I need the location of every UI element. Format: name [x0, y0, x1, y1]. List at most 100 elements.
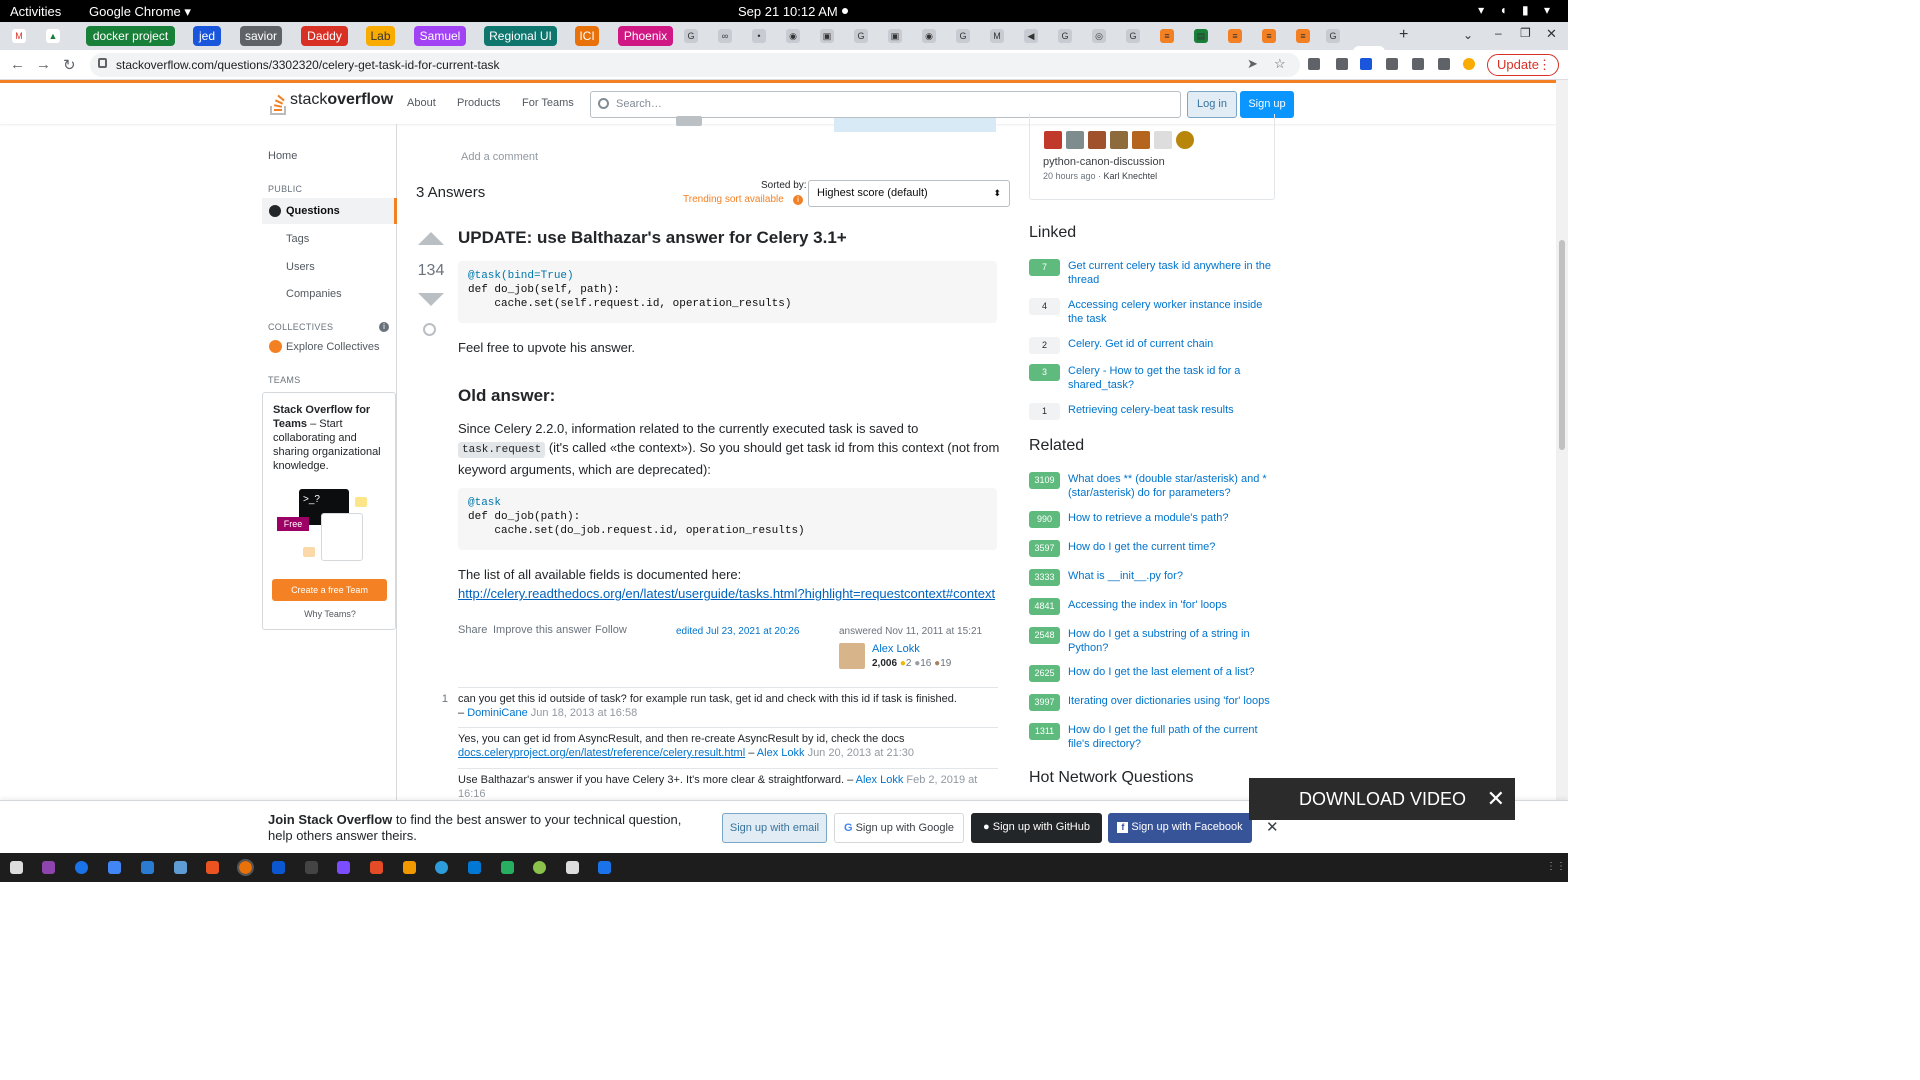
app-icon[interactable]: [174, 861, 187, 874]
related-title[interactable]: Accessing the index in 'for' loops: [1068, 598, 1278, 612]
tab-favicon-icon[interactable]: ∞: [718, 29, 732, 43]
terminal-icon[interactable]: [305, 861, 318, 874]
app-icon[interactable]: [435, 861, 448, 874]
comment-user[interactable]: DominiCane: [467, 707, 528, 719]
signup-email-button[interactable]: Sign up with email: [722, 813, 827, 843]
tab-favicon-icon[interactable]: ≡: [1160, 29, 1174, 43]
tab-favicon-icon[interactable]: G: [956, 29, 970, 43]
signup-facebook-button[interactable]: f Sign up with Facebook: [1108, 813, 1252, 843]
linked-title[interactable]: Retrieving celery-beat task results: [1068, 403, 1278, 417]
tab-favicon-icon[interactable]: ▣: [888, 29, 902, 43]
meta-discussion-user[interactable]: Karl Knechtel: [1104, 171, 1158, 181]
tab-favicon-icon[interactable]: ≡: [1296, 29, 1310, 43]
system-tray-icons[interactable]: ▾ ◖ ▮ ▾: [1478, 3, 1556, 17]
reload-icon[interactable]: ↻: [63, 56, 76, 74]
app-icon[interactable]: [501, 861, 514, 874]
help-icon[interactable]: [75, 861, 88, 874]
related-title[interactable]: What is __init__.py for?: [1068, 569, 1278, 583]
activities-button[interactable]: Activities: [10, 4, 61, 19]
app-icon[interactable]: [206, 861, 219, 874]
tab-favicon-icon[interactable]: G: [684, 29, 698, 43]
linked-title[interactable]: Get current celery task id anywhere in t…: [1068, 259, 1278, 287]
related-title[interactable]: How do I get the full path of the curren…: [1068, 723, 1278, 751]
tab-favicon-icon[interactable]: M: [990, 29, 1004, 43]
app-icon[interactable]: [42, 861, 55, 874]
trending-sort-link[interactable]: Trending sort available: [683, 194, 784, 205]
new-tab-icon[interactable]: +: [1399, 26, 1408, 44]
app-icon[interactable]: [337, 861, 350, 874]
avatar[interactable]: [839, 643, 865, 669]
linked-title[interactable]: Celery - How to get the task id for a sh…: [1068, 364, 1278, 392]
related-title[interactable]: How do I get the current time?: [1068, 540, 1278, 554]
show-desktop-icon[interactable]: [10, 861, 23, 874]
docs-link[interactable]: http://celery.readthedocs.org/en/latest/…: [458, 584, 1018, 603]
nav-users[interactable]: Users: [286, 261, 315, 273]
linked-title[interactable]: Accessing celery worker instance inside …: [1068, 298, 1278, 326]
tab-favicon-icon[interactable]: ◉: [786, 29, 800, 43]
profile-avatar[interactable]: [1463, 58, 1475, 70]
send-icon[interactable]: ➤: [1247, 56, 1258, 72]
signup-github-button[interactable]: ● Sign up with GitHub: [971, 813, 1102, 843]
gmail-icon[interactable]: M: [12, 29, 26, 43]
nav-tags[interactable]: Tags: [286, 233, 309, 245]
comment-user[interactable]: Alex Lokk: [856, 774, 904, 786]
improve-answer-link[interactable]: Improve this answer: [493, 624, 591, 636]
app-icon[interactable]: [370, 861, 383, 874]
media-icon[interactable]: [1412, 58, 1424, 70]
nav-about[interactable]: About: [407, 97, 436, 109]
linked-title[interactable]: Celery. Get id of current chain: [1068, 337, 1278, 351]
bookmark-daddy[interactable]: Daddy: [301, 26, 348, 46]
bookmark-jed[interactable]: jed: [193, 26, 221, 46]
author-link[interactable]: Alex Lokk: [872, 643, 920, 655]
why-teams-link[interactable]: Why Teams?: [263, 607, 397, 621]
app-icon[interactable]: [272, 861, 285, 874]
related-title[interactable]: How do I get the last element of a list?: [1068, 665, 1278, 679]
app-icon[interactable]: [403, 861, 416, 874]
bookmark-samuel[interactable]: Samuel: [414, 26, 466, 46]
sidepanel-icon[interactable]: [1438, 58, 1450, 70]
tab-favicon-icon[interactable]: G: [854, 29, 868, 43]
nav-for-teams[interactable]: For Teams: [522, 97, 574, 109]
info-icon[interactable]: i: [379, 322, 389, 332]
address-bar[interactable]: stackoverflow.com/questions/3302320/cele…: [90, 53, 1300, 77]
nav-questions[interactable]: Questions: [262, 198, 397, 224]
nav-explore-collectives[interactable]: Explore Collectives: [286, 341, 380, 353]
maximize-icon[interactable]: ❐: [1520, 26, 1531, 40]
extension-icon[interactable]: [1308, 58, 1320, 70]
nav-home[interactable]: Home: [268, 150, 297, 162]
tab-favicon-icon[interactable]: ▣: [820, 29, 834, 43]
forward-icon[interactable]: →: [36, 56, 51, 73]
update-button[interactable]: Update ⋮: [1487, 54, 1559, 76]
app-icon[interactable]: [533, 861, 546, 874]
tab-favicon-icon[interactable]: ◀: [1024, 29, 1038, 43]
history-icon[interactable]: [423, 323, 436, 336]
kebab-menu-icon[interactable]: ⋮: [1538, 55, 1551, 75]
tab-favicon-icon[interactable]: ≡: [1262, 29, 1276, 43]
create-team-button[interactable]: Create a free Team: [272, 579, 387, 601]
bookmark-star-icon[interactable]: ☆: [1274, 56, 1286, 72]
app-icon[interactable]: [566, 861, 579, 874]
lock-icon[interactable]: [98, 58, 107, 68]
app-menu[interactable]: Google Chrome ▾: [89, 4, 191, 20]
signup-google-button[interactable]: G Sign up with Google: [834, 813, 964, 843]
tab-favicon-icon[interactable]: G: [1126, 29, 1140, 43]
bookmark-savior[interactable]: savior: [240, 26, 282, 46]
comment-link[interactable]: docs.celeryproject.org/en/latest/referen…: [458, 747, 745, 759]
meta-discussion-title[interactable]: python-canon-discussion: [1043, 156, 1165, 168]
comment-user[interactable]: Alex Lokk: [757, 747, 805, 759]
bookmark-phoenix[interactable]: Phoenix: [618, 26, 673, 46]
tab-search-icon[interactable]: ⌄: [1463, 28, 1473, 42]
close-banner-icon[interactable]: ✕: [1266, 818, 1279, 836]
related-title[interactable]: How to retrieve a module's path?: [1068, 511, 1278, 525]
chrome-icon[interactable]: [237, 859, 254, 876]
nav-products[interactable]: Products: [457, 97, 500, 109]
tab-favicon-icon[interactable]: ▤: [1194, 29, 1208, 43]
related-title[interactable]: How do I get a substring of a string in …: [1068, 627, 1278, 655]
follow-link[interactable]: Follow: [595, 624, 627, 636]
tab-favicon-icon[interactable]: •: [752, 29, 766, 43]
nav-companies[interactable]: Companies: [286, 288, 342, 300]
tab-favicon-icon[interactable]: G: [1326, 29, 1340, 43]
upvote-button[interactable]: [418, 232, 444, 245]
edited-link[interactable]: edited Jul 23, 2021 at 20:26: [676, 626, 799, 637]
tab-favicon-icon[interactable]: ◉: [922, 29, 936, 43]
